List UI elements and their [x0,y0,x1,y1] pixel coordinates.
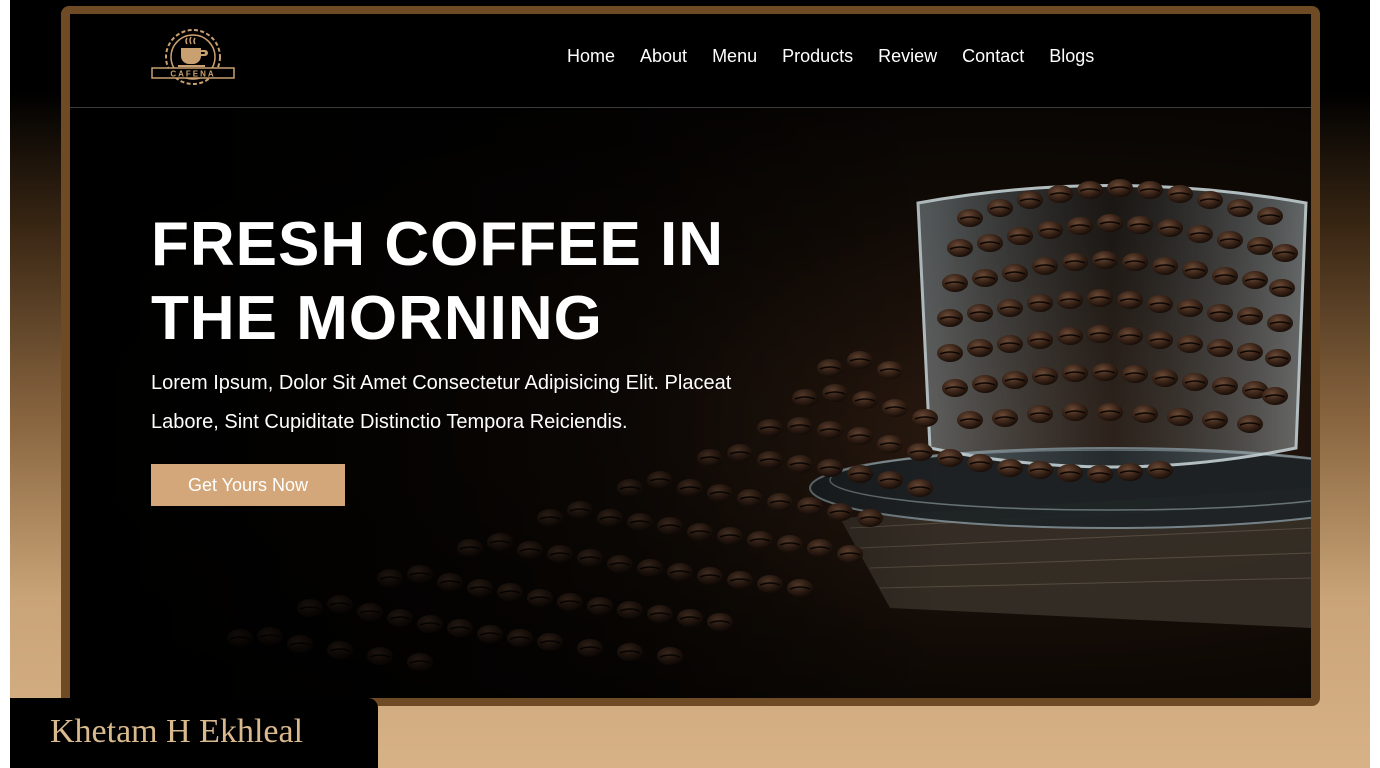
right-edge [1370,0,1380,768]
get-yours-now-button[interactable]: Get Yours Now [151,464,345,506]
hero-description-line-2: Labore, Sint Cupiditate Distinctio Tempo… [151,411,628,433]
nav-item-about[interactable]: About [640,45,687,67]
author-name: Khetam H Ekhleal [50,713,304,750]
nav-item-review[interactable]: Review [878,45,937,67]
left-edge [0,0,10,768]
hero-description: Lorem Ipsum, Dolor Sit Amet Consectetur … [151,364,831,442]
hero-title-line-1: FRESH COFFEE IN [151,210,725,279]
nav-item-home[interactable]: Home [567,45,615,67]
hero-title: FRESH COFFEE IN THE MORNING [151,208,851,356]
nav-item-menu[interactable]: Menu [712,45,757,67]
coffee-cup-gear-logo-icon: CAFENA [151,29,235,85]
cafena-logo[interactable]: CAFENA [150,22,236,92]
logo-text: CAFENA [170,70,215,79]
hero-section: FRESH COFFEE IN THE MORNING Lorem Ipsum,… [70,108,1311,698]
nav-item-blogs[interactable]: Blogs [1049,45,1094,67]
navbar: CAFENA Home About Menu Products Review C… [70,14,1311,108]
author-credit: Khetam H Ekhleal [10,698,378,768]
main-navigation: Home About Menu Products Review Contact … [567,45,1119,67]
hero-description-line-1: Lorem Ipsum, Dolor Sit Amet Consectetur … [151,372,732,394]
nav-item-contact[interactable]: Contact [962,45,1024,67]
nav-item-products[interactable]: Products [782,45,853,67]
hero-title-line-2: THE MORNING [151,284,603,353]
website-screen: CAFENA Home About Menu Products Review C… [70,14,1311,698]
